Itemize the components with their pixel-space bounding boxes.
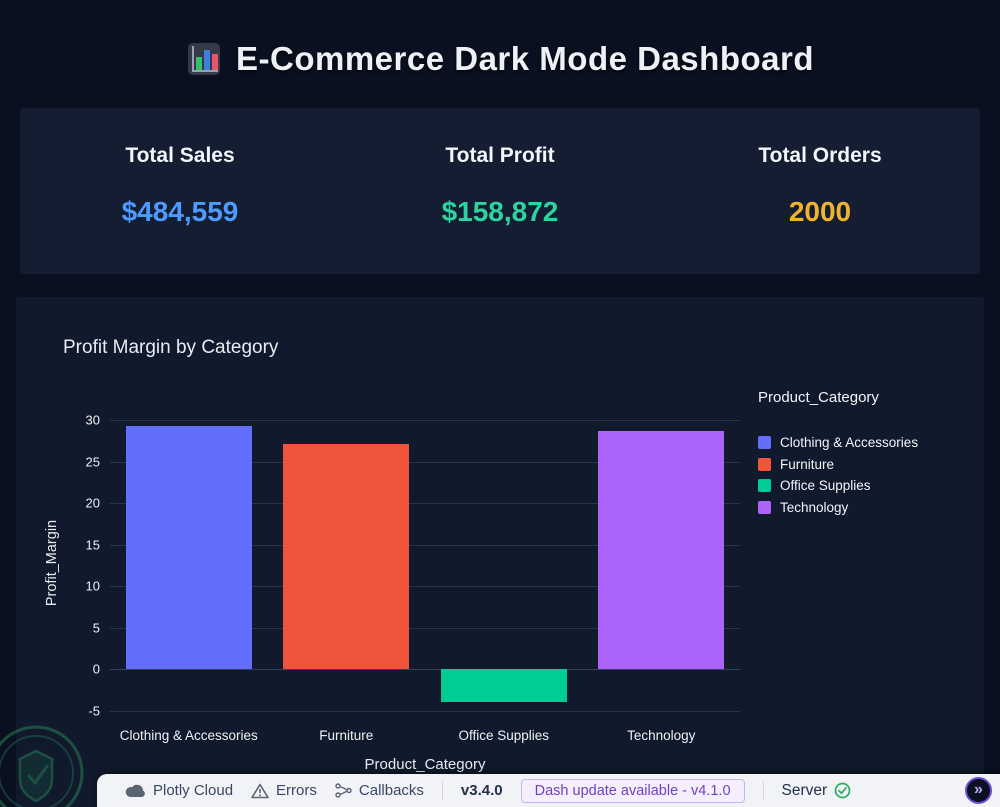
bar-furniture[interactable] (283, 444, 410, 670)
legend-swatch (758, 479, 771, 493)
callbacks-button[interactable]: Callbacks (335, 782, 424, 799)
bar-chart-icon (188, 43, 220, 75)
page-title: E-Commerce Dark Mode Dashboard (236, 40, 814, 77)
legend-entry[interactable]: Office Supplies (758, 475, 978, 497)
y-axis-title: Profit_Margin (44, 519, 60, 606)
bar-technology[interactable] (598, 430, 725, 670)
profit-margin-chart-card: Profit Margin by Category Profit_Margin … (16, 297, 984, 807)
stat-value: $484,559 (121, 196, 239, 227)
chart-legend: Product_Category Clothing & Accessories F… (758, 389, 978, 518)
stat-label: Total Orders (758, 144, 882, 167)
bar-clothing-accessories[interactable] (125, 425, 252, 670)
stat-total-orders: Total Orders 2000 (660, 144, 980, 228)
legend-entry-label: Clothing & Accessories (780, 435, 919, 451)
y-tick-label: -5 (88, 703, 100, 719)
zero-gridline (110, 669, 740, 671)
dash-version: v3.4.0 (460, 782, 503, 799)
callback-graph-icon (335, 783, 352, 798)
x-tick-label: Office Supplies (458, 728, 550, 743)
server-ok-check-icon (834, 782, 851, 799)
server-label: Server (781, 781, 828, 799)
stat-value: $158,872 (441, 196, 559, 227)
divider (762, 781, 764, 800)
stat-total-profit: Total Profit $158,872 (340, 144, 660, 228)
stat-label: Total Profit (445, 144, 555, 167)
server-status: Server (782, 782, 852, 800)
page-header: E-Commerce Dark Mode Dashboard (0, 0, 1000, 78)
x-axis-title: Product_Category (364, 756, 486, 773)
stat-label: Total Sales (125, 144, 235, 167)
errors-button[interactable]: Errors (251, 782, 317, 799)
errors-label: Errors (276, 782, 317, 799)
callbacks-label: Callbacks (358, 782, 424, 799)
bar-office-supplies[interactable] (440, 669, 567, 703)
stats-panel: Total Sales $484,559 Total Profit $158,8… (20, 108, 980, 274)
x-tick-label: Clothing & Accessories (119, 728, 258, 743)
legend-entry-label: Office Supplies (780, 478, 871, 494)
legend-entry[interactable]: Technology (758, 497, 978, 519)
update-available-button[interactable]: Dash update available - v4.1.0 (520, 778, 745, 803)
legend-entry-label: Technology (780, 499, 849, 515)
y-tick-label: 20 (85, 495, 100, 511)
plotly-cloud-button[interactable]: Plotly Cloud (125, 782, 233, 799)
legend-entry[interactable]: Furniture (758, 454, 978, 476)
stat-value: 2000 (788, 196, 852, 227)
stat-total-sales: Total Sales $484,559 (20, 144, 340, 228)
legend-swatch (758, 500, 771, 514)
warning-icon (251, 783, 269, 798)
bar-chart-plot-area[interactable]: Profit_Margin Product_Category -5 0 5 10 15 2… (44, 411, 740, 773)
watermark-logo (0, 725, 84, 807)
x-tick-label: Technology (627, 728, 696, 743)
cloud-icon (125, 784, 145, 797)
legend-title: Product_Category (758, 389, 879, 406)
y-tick-label: 30 (85, 412, 100, 428)
chart-title: Profit Margin by Category (63, 337, 279, 358)
dash-devtools-bar: Plotly Cloud Errors Callbacks v3.4.0 Das… (97, 774, 1000, 807)
y-tick-label: 25 (85, 454, 100, 470)
y-tick-label: 0 (92, 661, 100, 677)
y-tick-label: 5 (92, 620, 100, 636)
y-tick-label: 10 (85, 578, 100, 594)
legend-swatch (758, 457, 771, 471)
legend-swatch (758, 436, 771, 450)
gridline (110, 710, 740, 712)
legend-entry-label: Furniture (780, 456, 835, 472)
y-tick-label: 15 (85, 537, 100, 553)
divider (441, 781, 443, 800)
x-tick-label: Furniture (319, 728, 374, 743)
devtools-collapse-button[interactable]: » (965, 777, 992, 804)
plotly-cloud-label: Plotly Cloud (153, 782, 234, 799)
legend-entry[interactable]: Clothing & Accessories (758, 432, 978, 454)
gridline (110, 420, 740, 422)
